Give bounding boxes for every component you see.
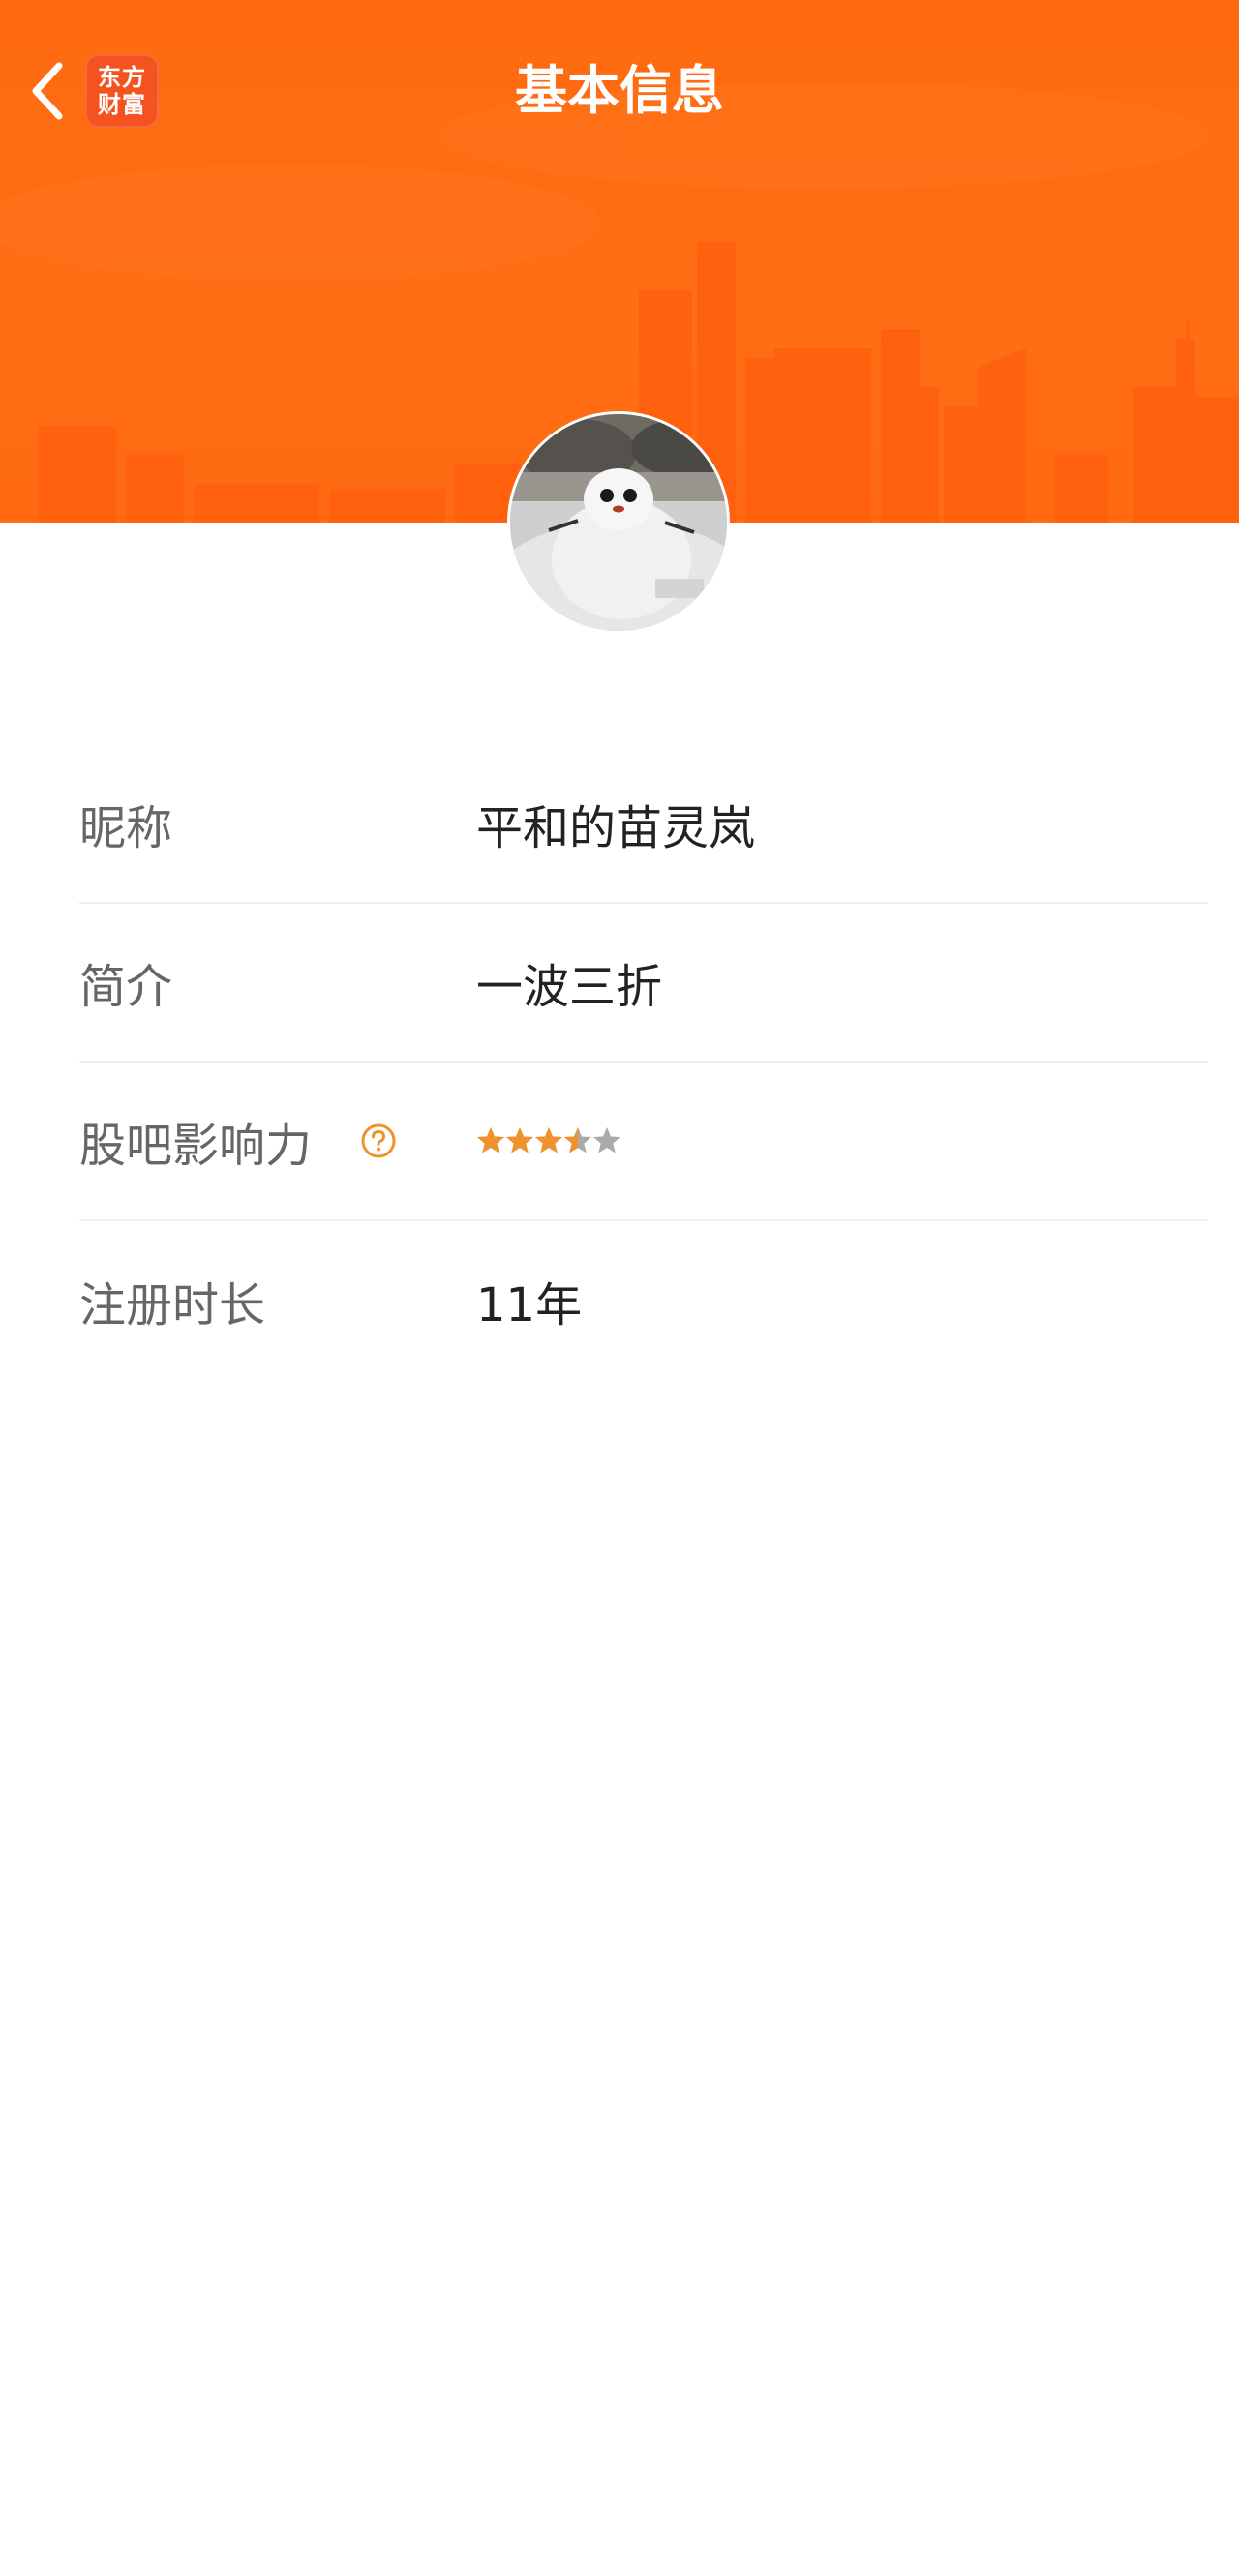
bio-value: 一波三折 bbox=[476, 960, 663, 1014]
profile-info-list: 昵称 平和的苗灵岚 简介 一波三折 股吧影响力 注册时长 11年 bbox=[79, 745, 1208, 1380]
avatar[interactable] bbox=[507, 411, 730, 634]
info-row-bio: 简介 一波三折 bbox=[79, 904, 1208, 1063]
info-row-registration: 注册时长 11年 bbox=[79, 1221, 1208, 1380]
star-icon bbox=[477, 1127, 504, 1153]
star-icon bbox=[506, 1127, 533, 1153]
influence-label: 股吧影响力 bbox=[79, 1119, 313, 1173]
influence-rating-stars bbox=[476, 1126, 621, 1155]
star-icon bbox=[535, 1127, 562, 1153]
bio-label: 简介 bbox=[79, 960, 173, 1014]
page-title: 基本信息 bbox=[515, 60, 724, 121]
registration-label: 注册时长 bbox=[79, 1278, 266, 1333]
info-row-influence: 股吧影响力 bbox=[79, 1063, 1208, 1221]
registration-value: 11年 bbox=[476, 1278, 583, 1333]
nickname-value: 平和的苗灵岚 bbox=[476, 801, 756, 855]
star-icon bbox=[593, 1127, 620, 1153]
info-row-nickname: 昵称 平和的苗灵岚 bbox=[79, 745, 1208, 904]
question-circle-icon[interactable] bbox=[360, 1123, 397, 1159]
star-icon bbox=[564, 1127, 591, 1153]
snowman-avatar-image bbox=[510, 414, 727, 631]
nickname-label: 昵称 bbox=[79, 801, 173, 855]
influence-label-wrap: 股吧影响力 bbox=[79, 1107, 476, 1175]
